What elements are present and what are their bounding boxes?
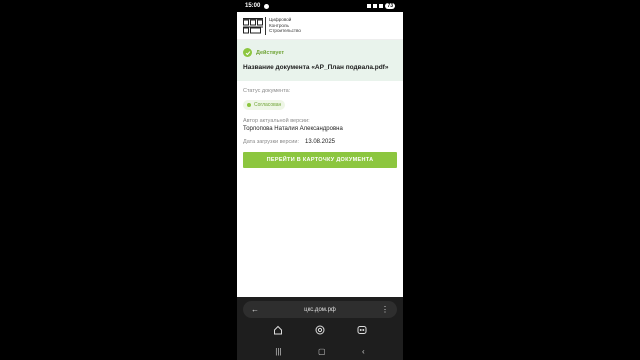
active-status-panel: Действует Название документа «АР_План по…	[237, 40, 403, 81]
active-status-row: Действует	[243, 48, 397, 57]
system-nav-bar: ||| ▢ ‹	[237, 344, 403, 358]
battery-indicator: 73	[385, 3, 395, 9]
dom-rf-logo[interactable]	[243, 17, 263, 35]
document-details: Статус документа: Согласован Автор актуа…	[243, 88, 397, 168]
back-arrow-icon[interactable]: ←	[251, 305, 259, 314]
browser-bar: ← цкс.дом.рф ⋮ ||| ▢ ‹	[237, 297, 403, 360]
browser-icon[interactable]	[315, 322, 325, 340]
open-document-card-button[interactable]: ПЕРЕЙТИ В КАРТОЧКУ ДОКУМЕНТА	[243, 152, 397, 168]
brand-text: Цифровой Контроль Строительство	[269, 17, 301, 34]
url-text[interactable]: цкс.дом.рф	[259, 307, 381, 313]
mute-icon	[367, 4, 372, 8]
browser-nav	[237, 324, 403, 338]
status-label: Статус документа:	[243, 88, 291, 94]
status-badge: Согласован	[243, 100, 286, 110]
brand-divider	[265, 16, 266, 35]
app-header: Цифровой Контроль Строительство	[237, 12, 403, 40]
author-value: Торлопова Наталия Александровна	[243, 126, 343, 132]
active-label: Действует	[256, 49, 285, 56]
menu-icon[interactable]: ⋮	[381, 305, 389, 314]
brand-line-3: Строительство	[269, 28, 301, 34]
phone-screen: 15:00 73 Цифровой Контроль Строительство…	[237, 0, 403, 360]
status-dot-icon	[247, 103, 251, 107]
status-icons: 73	[367, 3, 395, 9]
wifi-icon	[373, 4, 378, 8]
status-bar: 15:00 73	[237, 0, 403, 12]
notification-icon	[264, 3, 270, 9]
home-icon[interactable]	[273, 322, 283, 340]
home-button-icon[interactable]: ▢	[318, 347, 326, 356]
date-row: Дата загрузки версии: 13.08.2025	[243, 139, 397, 145]
signal-icon	[379, 4, 384, 8]
author-label: Автор актуальной версии:	[243, 118, 310, 124]
date-value: 13.08.2025	[304, 139, 336, 145]
recent-apps-icon[interactable]: |||	[275, 347, 281, 356]
status-time: 15:00	[245, 3, 261, 9]
check-icon	[243, 48, 252, 57]
document-title: Название документа «АР_План подвала.pdf»	[243, 64, 389, 71]
address-bar[interactable]: ← цкс.дом.рф ⋮	[243, 301, 397, 318]
status-value: Согласован	[254, 102, 282, 108]
tabs-icon[interactable]	[357, 322, 367, 340]
system-back-icon[interactable]: ‹	[362, 347, 365, 356]
date-label: Дата загрузки версии:	[243, 139, 299, 145]
